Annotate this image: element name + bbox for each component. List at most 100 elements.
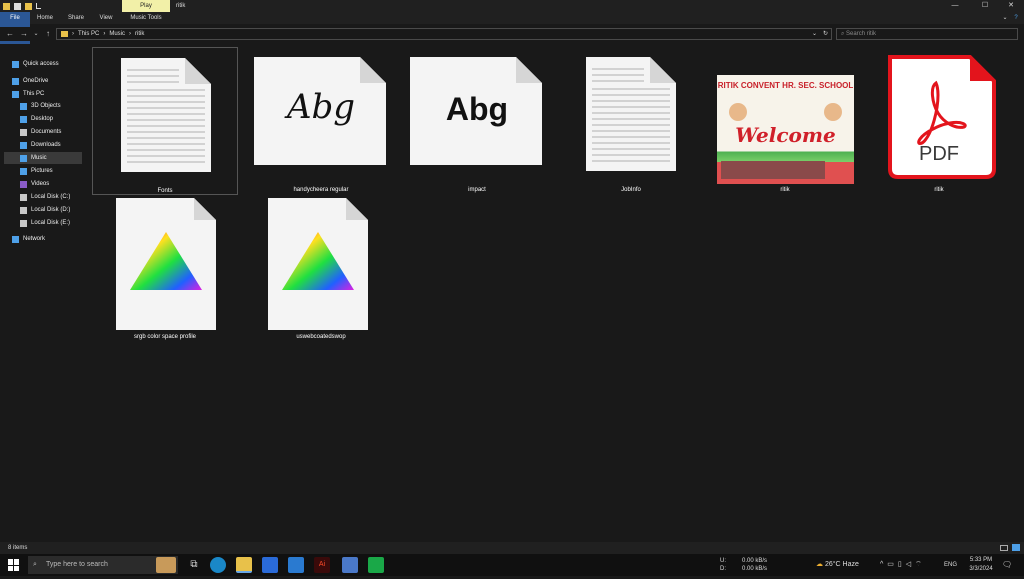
file-item-impact[interactable]: Abg impact <box>404 47 550 195</box>
sidebar-item-label: Pictures <box>31 168 53 174</box>
forward-icon[interactable]: → <box>18 27 30 41</box>
sidebar-item-local-disk-d[interactable]: Local Disk (D:) <box>4 204 82 216</box>
recent-chevron-icon[interactable]: ⌄ <box>30 27 42 41</box>
address-dropdown-icon[interactable]: ⌄ <box>812 29 817 39</box>
sidebar-item-music[interactable]: Music <box>4 152 82 164</box>
system-tray-icons[interactable]: ^▭▯◁⌔ <box>880 554 926 576</box>
mail-icon[interactable] <box>288 557 304 573</box>
meet-icon[interactable]: ▭ <box>887 561 898 568</box>
sidebar-item-label: This PC <box>23 91 45 97</box>
file-item-srgb-color-space-profile[interactable]: srgb color space profile <box>92 194 238 342</box>
file-item-jobinfo[interactable]: JobInfo <box>558 47 704 195</box>
sidebar-item-this-pc[interactable]: This PC <box>4 88 82 100</box>
breadcrumb-separator: › <box>72 31 74 37</box>
sidebar-item-label: Downloads <box>31 142 61 148</box>
sidebar-item-onedrive[interactable]: OneDrive <box>4 75 82 87</box>
sidebar-item-downloads[interactable]: Downloads <box>4 139 82 151</box>
large-icons-view-icon[interactable] <box>1012 544 1020 551</box>
up-icon[interactable]: ↑ <box>42 27 54 41</box>
cloud-icon <box>12 77 19 85</box>
close-button[interactable]: ✕ <box>996 0 1024 12</box>
notepad-icon[interactable] <box>342 557 358 573</box>
search-input[interactable]: ⌕ Search ritik <box>836 28 1018 40</box>
file-item-handycheera-regular[interactable]: Abg handycheera regular <box>248 47 394 195</box>
edge-icon[interactable] <box>210 557 226 573</box>
sidebar-item-label: Local Disk (E:) <box>31 220 71 226</box>
color-profile-icon <box>268 198 368 330</box>
refresh-icon[interactable]: ↻ <box>823 29 828 39</box>
language-indicator[interactable]: ENG <box>944 554 957 576</box>
battery-icon[interactable]: ▯ <box>898 561 906 568</box>
new-folder-icon[interactable] <box>25 2 32 10</box>
sidebar-item-videos[interactable]: Videos <box>4 178 82 190</box>
sidebar-item-label: OneDrive <box>23 78 49 84</box>
wifi-icon[interactable]: ⌔ <box>915 561 926 568</box>
network-icon <box>12 235 19 243</box>
tab-share[interactable]: Share <box>62 12 90 24</box>
sidebar-item-local-disk-c[interactable]: Local Disk (C:) <box>4 191 82 203</box>
banner-photos <box>721 161 825 179</box>
help-icon[interactable]: ? <box>1010 12 1022 24</box>
drive-icon <box>20 193 27 201</box>
sidebar-item-label: Documents <box>31 129 62 135</box>
sidebar-item-quick-access[interactable]: Quick access <box>4 58 82 70</box>
speaker-icon[interactable]: ◁ <box>906 561 915 568</box>
context-tab-play[interactable]: Play <box>122 0 170 12</box>
taskbar-search-input[interactable]: ⌕ Type here to search <box>28 556 178 574</box>
notification-icon[interactable]: 🗨 <box>1002 554 1012 576</box>
clock[interactable]: 5:33 PM 3/3/2024 <box>966 556 996 578</box>
back-icon[interactable]: ← <box>4 27 16 41</box>
breadcrumb-ritik[interactable]: ritik <box>135 29 144 39</box>
breadcrumb-separator: › <box>103 31 106 37</box>
pdf-icon <box>888 55 996 179</box>
drive-icon <box>20 219 27 227</box>
sidebar-item-label: Videos <box>31 181 50 187</box>
file-item-fonts[interactable]: Fonts <box>92 47 238 195</box>
pdf-badge: PDF <box>919 143 959 165</box>
music-folder-icon <box>61 31 68 37</box>
file-item-ritik-image[interactable]: RITIK CONVENT HR. SEC. SCHOOL Welcome ri… <box>712 47 858 195</box>
start-button[interactable] <box>8 559 20 571</box>
file-explorer-icon[interactable] <box>236 557 252 573</box>
tab-view[interactable]: View <box>92 12 120 24</box>
file-item-uswebcoatedswop[interactable]: uswebcoatedswop <box>248 194 394 342</box>
file-item-ritik-pdf[interactable]: PDF ritik <box>866 47 1012 195</box>
file-label: JobInfo <box>621 187 641 193</box>
pin-icon[interactable] <box>36 3 41 9</box>
sidebar-item-local-disk-e[interactable]: Local Disk (E:) <box>4 217 82 229</box>
drive-icon <box>20 206 27 214</box>
sidebar-item-label: Network <box>23 236 46 242</box>
item-count: 8 items <box>8 545 28 551</box>
file-label: uswebcoatedswop <box>296 334 346 340</box>
folder-icon[interactable] <box>3 2 10 10</box>
sidebar-item-desktop[interactable]: Desktop <box>4 113 82 125</box>
app-green-icon[interactable] <box>368 557 384 573</box>
sidebar-item-pictures[interactable]: Pictures <box>4 165 82 177</box>
details-view-icon[interactable] <box>1000 545 1008 551</box>
sidebar-item-label: Quick access <box>23 61 59 67</box>
properties-icon[interactable] <box>14 2 21 10</box>
ribbon-expand-icon[interactable]: ⌄ <box>1000 12 1010 24</box>
tab-home[interactable]: Home <box>32 12 58 24</box>
net-upload-label: U: <box>720 558 726 564</box>
breadcrumb-this-pc[interactable]: This PC <box>78 29 99 39</box>
task-view-icon[interactable]: ⧉ <box>186 557 202 573</box>
illustrator-icon[interactable]: Ai <box>314 557 330 573</box>
tab-music-tools[interactable]: Music Tools <box>122 12 170 24</box>
address-field[interactable]: › This PC › Music › ritik ⌄ ↻ <box>56 28 832 40</box>
store-icon[interactable] <box>262 557 278 573</box>
sidebar-item-label: Music <box>31 155 47 161</box>
breadcrumb-music[interactable]: Music <box>109 29 125 39</box>
sidebar-item-network[interactable]: Network <box>4 233 82 245</box>
sidebar-item-documents[interactable]: Documents <box>4 126 82 138</box>
sidebar-item-3d-objects[interactable]: 3D Objects <box>4 100 82 112</box>
weather-widget[interactable]: ☁ 26°C Haze <box>816 554 859 576</box>
sidebar-item-label: 3D Objects <box>31 103 61 109</box>
navigation-pane: Quick access OneDrive This PC 3D Objects Des… <box>0 44 84 540</box>
text-document-icon <box>586 57 676 171</box>
net-download-label: D: <box>720 566 726 572</box>
quick-access-toolbar <box>3 1 41 11</box>
picture-icon <box>20 167 27 175</box>
minimize-button[interactable]: — <box>940 0 970 12</box>
file-list: Fonts Abg handycheera regular Abg impact <box>84 44 1024 540</box>
